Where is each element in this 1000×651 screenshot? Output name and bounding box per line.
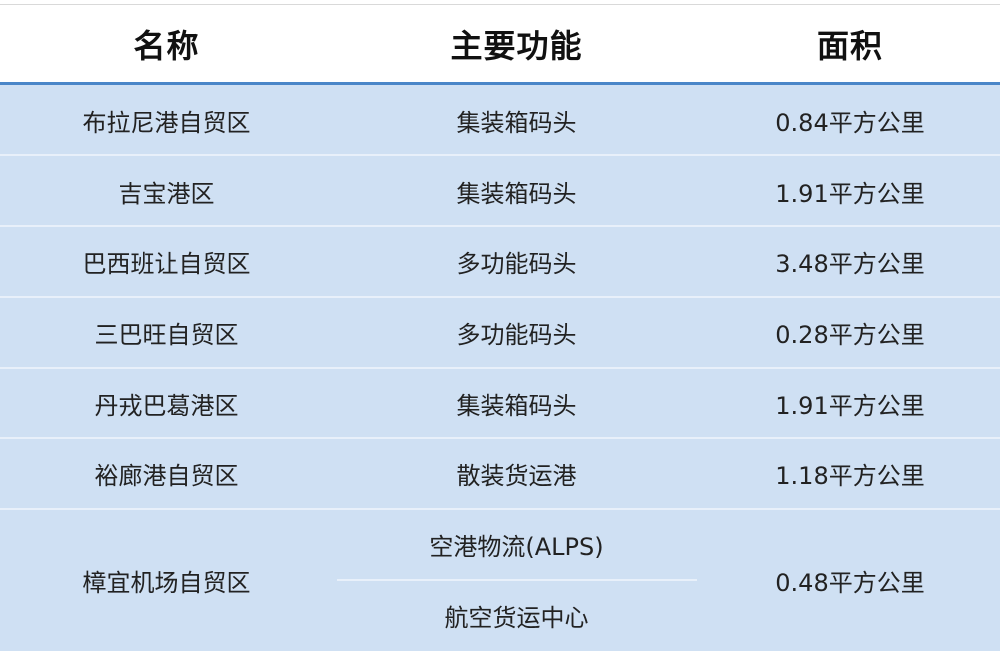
- table-header: 名称 主要功能 面积: [0, 5, 1000, 82]
- cell-name: 布拉尼港自贸区: [82, 109, 251, 137]
- table-row: 裕廊港自贸区 散装货运港 1.18平方公里: [0, 438, 1000, 509]
- table-body: 布拉尼港自贸区 集装箱码头 0.84平方公里 吉宝港区 集装箱码头 1.91平方…: [0, 85, 1000, 651]
- table-row: 巴西班让自贸区 多功能码头 3.48平方公里: [0, 226, 1000, 297]
- table-row: 樟宜机场自贸区 空港物流(ALPS) 航空货运中心 0.48平方公里: [0, 509, 1000, 651]
- cell-area: 0.48平方公里: [775, 568, 925, 597]
- cell-name: 樟宜机场自贸区: [82, 568, 251, 597]
- cell-name: 裕廊港自贸区: [94, 462, 239, 490]
- cell-area: 1.91平方公里: [775, 180, 925, 208]
- cell-name: 巴西班让自贸区: [82, 250, 251, 278]
- header-area: 面积: [816, 26, 883, 65]
- cell-area: 0.84平方公里: [775, 109, 925, 137]
- cell-name: 三巴旺自贸区: [94, 321, 239, 349]
- cell-function: 空港物流(ALPS): [429, 533, 604, 561]
- cell-function: 集装箱码头: [456, 109, 577, 137]
- cell-function: 散装货运港: [456, 462, 577, 490]
- table-row: 吉宝港区 集装箱码头 1.91平方公里: [0, 156, 1000, 227]
- table-row: 三巴旺自贸区 多功能码头 0.28平方公里: [0, 297, 1000, 368]
- cell-area: 1.18平方公里: [775, 462, 925, 490]
- cell-name: 丹戎巴葛港区: [94, 392, 239, 420]
- cell-name: 吉宝港区: [118, 180, 215, 208]
- cell-function: 多功能码头: [456, 250, 577, 278]
- free-trade-zone-table: 名称 主要功能 面积 布拉尼港自贸区 集装箱码头 0.84平方公里 吉宝港区 集…: [0, 0, 1000, 651]
- header-function: 主要功能: [450, 26, 583, 65]
- cell-function: 航空货运中心: [444, 604, 589, 632]
- cell-area: 3.48平方公里: [775, 250, 925, 278]
- cell-function: 集装箱码头: [456, 180, 577, 208]
- table-row: 布拉尼港自贸区 集装箱码头 0.84平方公里: [0, 85, 1000, 156]
- cell-area: 0.28平方公里: [775, 321, 925, 349]
- cell-function: 多功能码头: [456, 321, 577, 349]
- cell-area: 1.91平方公里: [775, 392, 925, 420]
- cell-function: 集装箱码头: [456, 392, 577, 420]
- header-name: 名称: [133, 26, 200, 65]
- table-row: 丹戎巴葛港区 集装箱码头 1.91平方公里: [0, 368, 1000, 439]
